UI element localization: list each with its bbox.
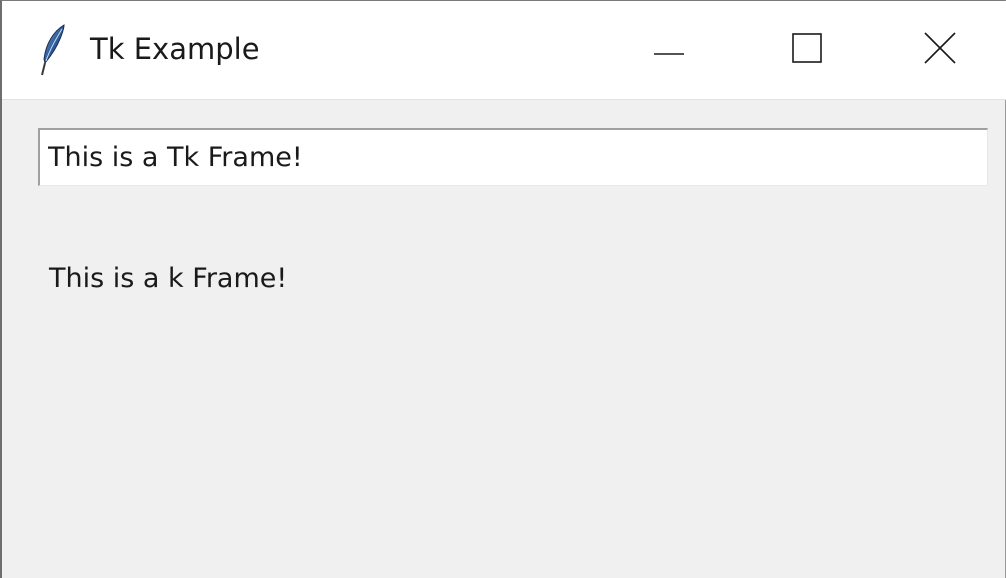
tk-feather-icon [40,23,68,77]
minimize-icon [654,41,684,60]
maximize-icon [792,33,822,67]
window-title: Tk Example [90,32,260,66]
title-bar[interactable]: Tk Example [2,1,1006,100]
app-window: Tk Example This is a k Frame! [0,0,1006,578]
maximize-button[interactable] [732,1,882,99]
minimize-button[interactable] [594,1,744,99]
frame-label: This is a k Frame! [49,263,288,294]
close-icon [924,32,956,68]
close-button[interactable] [874,1,1006,99]
text-entry[interactable] [38,128,988,186]
